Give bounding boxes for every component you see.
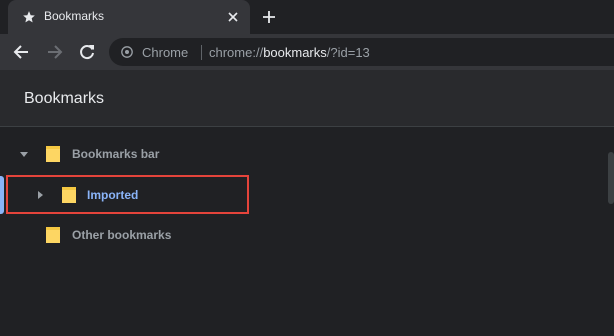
tree-item-label: Bookmarks bar <box>72 147 160 161</box>
close-icon[interactable] <box>226 10 240 24</box>
reload-icon[interactable] <box>77 42 97 62</box>
highlight-box <box>6 175 249 214</box>
site-info-label: Chrome <box>142 45 189 60</box>
tree-item-bookmarks-bar[interactable]: Bookmarks bar <box>0 135 600 173</box>
scrollbar[interactable] <box>608 152 614 204</box>
chrome-icon <box>121 46 133 58</box>
expand-arrow-icon[interactable] <box>20 150 28 158</box>
url-suffix: /?id=13 <box>326 45 370 60</box>
omnibox-divider <box>201 45 202 60</box>
star-icon <box>23 11 35 23</box>
bookmarks-page: Bookmarks Bookmarks bar Imported Other b… <box>0 70 614 336</box>
url-host: bookmarks <box>263 45 327 60</box>
tree-item-other-bookmarks[interactable]: Other bookmarks <box>0 216 600 254</box>
folder-icon <box>46 227 60 243</box>
address-bar[interactable]: Chrome chrome://bookmarks/?id=13 <box>109 38 614 66</box>
folder-icon <box>46 146 60 162</box>
tab-bookmarks[interactable]: Bookmarks <box>8 0 250 34</box>
back-arrow-icon[interactable] <box>12 42 32 62</box>
forward-arrow-icon[interactable] <box>44 42 64 62</box>
url-text: chrome://bookmarks/?id=13 <box>209 45 370 60</box>
tab-strip: Bookmarks <box>0 0 614 34</box>
tab-title: Bookmarks <box>44 9 105 23</box>
browser-toolbar: Chrome chrome://bookmarks/?id=13 <box>0 34 614 70</box>
page-header: Bookmarks <box>0 70 614 127</box>
tree-item-label: Other bookmarks <box>72 228 172 242</box>
plus-icon[interactable] <box>261 9 277 25</box>
url-prefix: chrome:// <box>209 45 264 60</box>
page-title: Bookmarks <box>24 90 105 107</box>
